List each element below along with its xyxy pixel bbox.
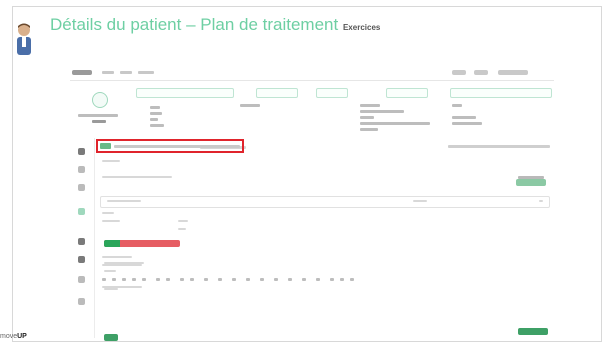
exercises-meta: [102, 264, 142, 266]
active-tab-chip[interactable]: [100, 143, 111, 149]
patient-photo: [92, 92, 108, 108]
exercises-label: [102, 256, 132, 258]
secondary-action-button[interactable]: [516, 179, 546, 186]
exercise-section-title: [104, 262, 144, 264]
exercise-item[interactable]: [112, 278, 116, 281]
action-pill[interactable]: [386, 88, 428, 98]
user-avatar-icon: [17, 23, 31, 55]
nav-link[interactable]: [138, 71, 154, 74]
info-label: [452, 116, 476, 119]
info-value: [150, 112, 162, 115]
top-menu-item[interactable]: [474, 70, 488, 75]
exercise-item[interactable]: [316, 278, 320, 281]
subtitle-text: Exercices: [342, 23, 381, 32]
sidebar-icon[interactable]: [78, 276, 85, 283]
exercise-item[interactable]: [180, 278, 184, 281]
info-label: [452, 104, 462, 107]
moveup-logo: moveUP: [0, 333, 27, 340]
action-pill[interactable]: [136, 88, 234, 98]
exercise-item[interactable]: [350, 278, 354, 281]
sidebar-icon-active[interactable]: [78, 208, 85, 215]
info-value: [360, 128, 378, 131]
action-pill[interactable]: [316, 88, 348, 98]
exercise-footer-text: [104, 288, 118, 290]
patient-name: [78, 114, 118, 117]
exercise-item[interactable]: [340, 278, 344, 281]
sidebar-icon[interactable]: [78, 166, 85, 173]
field-label: [102, 220, 120, 222]
exercise-item[interactable]: [190, 278, 194, 281]
exercise-item[interactable]: [132, 278, 136, 281]
exercise-item[interactable]: [142, 278, 146, 281]
input-placeholder: [107, 200, 141, 202]
section-label: [102, 160, 120, 162]
nav-link[interactable]: [120, 71, 132, 74]
exercise-item[interactable]: [232, 278, 236, 281]
sidebar-icon[interactable]: [78, 256, 85, 263]
info-label: [150, 118, 158, 121]
info-value: [452, 122, 482, 125]
chevron-down-icon[interactable]: [539, 200, 543, 202]
field-label: [102, 212, 114, 214]
logo-suffix: UP: [17, 333, 27, 340]
top-nav-bar: [70, 66, 554, 81]
exercise-item[interactable]: [204, 278, 208, 281]
info-label: [360, 116, 374, 119]
tab-actions[interactable]: [448, 145, 550, 148]
section-text: [102, 176, 172, 178]
add-button[interactable]: [104, 240, 120, 247]
delete-button[interactable]: [104, 240, 180, 247]
info-label: [360, 104, 380, 107]
exercise-item[interactable]: [102, 278, 106, 281]
exercise-item[interactable]: [330, 278, 334, 281]
sidebar-icon[interactable]: [78, 148, 85, 155]
info-value: [360, 110, 404, 113]
search-input[interactable]: [100, 196, 550, 208]
info-value: [360, 122, 430, 125]
action-pill[interactable]: [256, 88, 298, 98]
back-button[interactable]: [104, 334, 118, 341]
app-brand-logo: [72, 70, 92, 75]
action-pill[interactable]: [450, 88, 552, 98]
info-label: [150, 106, 160, 109]
field-value: [178, 228, 186, 230]
input-value: [413, 200, 427, 202]
left-sidebar: [70, 138, 95, 338]
user-menu[interactable]: [498, 70, 528, 75]
exercise-item[interactable]: [274, 278, 278, 281]
nav-link[interactable]: [102, 71, 114, 74]
patient-id: [92, 120, 106, 123]
exercise-item[interactable]: [246, 278, 250, 281]
exercise-count: [104, 270, 116, 272]
top-menu-item[interactable]: [452, 70, 466, 75]
exercise-item[interactable]: [218, 278, 222, 281]
exercise-icons-row: [102, 278, 364, 282]
exercise-item[interactable]: [166, 278, 170, 281]
sidebar-icon[interactable]: [78, 298, 85, 305]
tab-labels[interactable]: [114, 145, 240, 148]
exercise-item[interactable]: [156, 278, 160, 281]
sidebar-icon[interactable]: [78, 238, 85, 245]
info-label: [240, 104, 260, 107]
exercise-item[interactable]: [288, 278, 292, 281]
exercise-item[interactable]: [260, 278, 264, 281]
save-button[interactable]: [518, 328, 548, 335]
title-text: Détails du patient – Plan de traitement: [50, 15, 339, 34]
slide: Détails du patient – Plan de traitement …: [0, 0, 611, 345]
exercise-item[interactable]: [122, 278, 126, 281]
field-label: [178, 220, 188, 222]
exercise-item[interactable]: [302, 278, 306, 281]
page-title: Détails du patient – Plan de traitement …: [50, 15, 380, 35]
sidebar-icon[interactable]: [78, 184, 85, 191]
logo-prefix: move: [0, 333, 18, 340]
info-value: [150, 124, 164, 127]
